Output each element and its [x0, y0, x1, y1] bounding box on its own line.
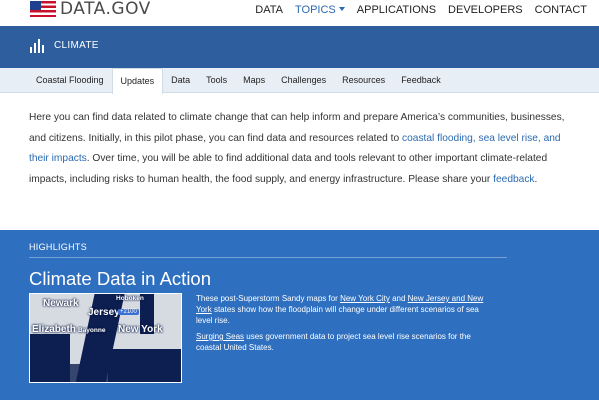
text-span: states show how the floodplain will chan… [196, 305, 479, 325]
nav-topics[interactable]: TOPICS [289, 3, 351, 17]
us-flag-icon [30, 1, 56, 17]
highlight-paragraph: These post-Superstorm Sandy maps for New… [196, 293, 496, 326]
nav-applications[interactable]: APPLICATIONS [351, 3, 442, 17]
tab-updates[interactable]: Updates [111, 68, 164, 94]
logo-text: DATA.GOV [60, 0, 151, 19]
highlights-text: These post-Superstorm Sandy maps for New… [196, 293, 496, 358]
tab-resources[interactable]: Resources [334, 68, 393, 93]
nav-contact[interactable]: CONTACT [529, 3, 593, 17]
text-span: These post-Superstorm Sandy maps for [196, 294, 341, 303]
map-badge: +2100 [118, 309, 139, 315]
top-bar: DATA.GOV DATA TOPICS APPLICATIONS DEVELO… [0, 0, 599, 26]
feedback-link[interactable]: feedback [493, 174, 534, 185]
nav-topics-label: TOPICS [295, 4, 336, 16]
tab-coastal-flooding[interactable]: Coastal Flooding [28, 68, 112, 93]
map-label-elizabeth: Elizabeth [32, 324, 76, 335]
new-york-city-link[interactable]: New York City [340, 294, 390, 303]
highlights-title: Climate Data in Action [29, 268, 212, 289]
topic-banner: CLIMATE [0, 26, 599, 68]
tab-tools[interactable]: Tools [198, 68, 235, 93]
topic-title: CLIMATE [54, 40, 99, 51]
map-label-new-york: New York [118, 324, 163, 335]
tab-feedback[interactable]: Feedback [393, 68, 449, 93]
topic-subnav: Coastal Flooding Updates Data Tools Maps… [0, 68, 599, 94]
map-label-hoboken: Hoboken [116, 295, 144, 302]
flood-map-image[interactable]: Newark Jersey Hoboken +2100 Elizabeth Ba… [29, 293, 182, 383]
highlight-paragraph: Surging Seas uses government data to pro… [196, 331, 496, 353]
bar-chart-icon [30, 39, 47, 53]
divider [29, 257, 507, 258]
surging-seas-link[interactable]: Surging Seas [196, 332, 244, 341]
datagov-logo[interactable]: DATA.GOV [30, 0, 151, 18]
highlights-label: HIGHLIGHTS [29, 242, 88, 252]
tab-data[interactable]: Data [163, 68, 198, 93]
intro-text-3: . [534, 173, 538, 185]
map-label-newark: Newark [43, 298, 79, 309]
highlights-section: HIGHLIGHTS Climate Data in Action Newark… [0, 230, 599, 400]
map-label-jersey: Jersey [88, 307, 120, 318]
main-nav: DATA TOPICS APPLICATIONS DEVELOPERS CONT… [249, 3, 593, 17]
chevron-down-icon [338, 7, 345, 11]
nav-developers[interactable]: DEVELOPERS [442, 3, 529, 17]
tab-maps[interactable]: Maps [235, 68, 273, 93]
intro-text-2: . Over time, you will be able to find ad… [29, 153, 548, 185]
map-label-bayonne: Bayonne [78, 327, 106, 334]
text-span: and [389, 294, 408, 303]
tab-challenges[interactable]: Challenges [273, 68, 334, 93]
nav-data[interactable]: DATA [249, 3, 289, 17]
intro-paragraph: Here you can find data related to climat… [29, 108, 569, 190]
